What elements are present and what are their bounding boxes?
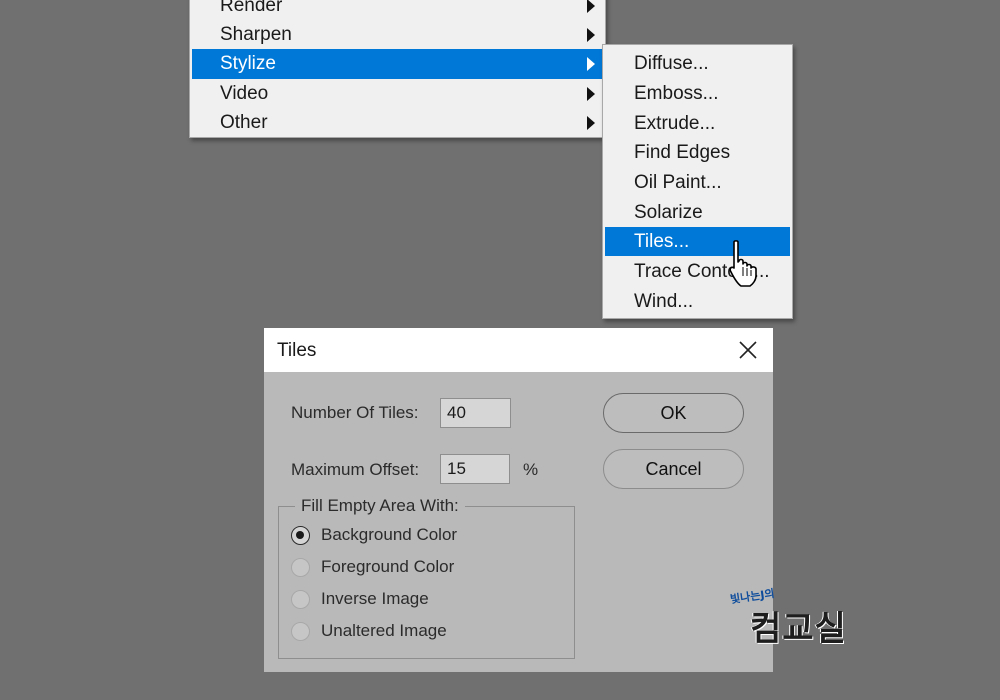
submenu-item-label: Emboss...: [634, 83, 719, 104]
menu-item-label: Render: [220, 0, 283, 16]
submenu-item-label: Extrude...: [634, 113, 716, 134]
filter-menu: Render Sharpen Stylize Video Other: [189, 0, 606, 138]
menu-item-other[interactable]: Other: [192, 108, 603, 138]
submenu-arrow-icon: [587, 28, 595, 42]
submenu-item-trace-contour[interactable]: Trace Contour...: [605, 257, 790, 286]
menu-item-label: Video: [220, 83, 269, 104]
close-icon: [739, 341, 757, 359]
submenu-item-extrude[interactable]: Extrude...: [605, 109, 790, 138]
dialog-titlebar[interactable]: Tiles: [264, 328, 773, 372]
submenu-item-emboss[interactable]: Emboss...: [605, 79, 790, 108]
submenu-item-oil-paint[interactable]: Oil Paint...: [605, 168, 790, 197]
submenu-item-label: Tiles...: [634, 231, 690, 252]
hand-cursor-icon: [729, 240, 757, 287]
submenu-item-label: Wind...: [634, 291, 694, 312]
ok-button[interactable]: OK: [603, 393, 744, 433]
submenu-item-diffuse[interactable]: Diffuse...: [605, 49, 790, 78]
maximum-offset-input[interactable]: 15: [440, 454, 510, 484]
submenu-item-tiles[interactable]: Tiles...: [605, 227, 790, 256]
menu-item-label: Sharpen: [220, 24, 292, 45]
submenu-item-wind[interactable]: Wind...: [605, 287, 790, 316]
offset-unit-label: %: [523, 460, 539, 479]
menu-item-render[interactable]: Render: [192, 0, 603, 21]
watermark-logo-text: 컴교실: [750, 609, 847, 649]
radio-unselected-icon[interactable]: [291, 558, 310, 577]
radio-unselected-icon[interactable]: [291, 622, 310, 641]
radio-unselected-icon[interactable]: [291, 590, 310, 609]
radio-label: Foreground Color: [321, 557, 455, 576]
menu-item-sharpen[interactable]: Sharpen: [192, 20, 603, 50]
dialog-title: Tiles: [277, 340, 317, 361]
menu-item-stylize[interactable]: Stylize: [192, 49, 603, 79]
radio-label: Background Color: [321, 525, 458, 544]
stylize-submenu: Diffuse... Emboss... Extrude... Find Edg…: [602, 44, 793, 319]
maximum-offset-label: Maximum Offset:: [291, 460, 420, 479]
submenu-arrow-icon: [587, 0, 595, 13]
tiles-dialog: Tiles Number Of Tiles: 40 Maximum Offset…: [264, 328, 773, 672]
menu-item-label: Other: [220, 112, 268, 133]
fill-group-label: Fill Empty Area With:: [295, 496, 465, 516]
submenu-arrow-icon: [587, 87, 595, 101]
fill-empty-area-group: Fill Empty Area With: Background Color F…: [278, 496, 575, 659]
submenu-arrow-icon: [587, 57, 595, 71]
cancel-button[interactable]: Cancel: [603, 449, 744, 489]
radio-selected-icon[interactable]: [291, 526, 310, 545]
number-of-tiles-input[interactable]: 40: [440, 398, 511, 428]
submenu-item-label: Solarize: [634, 202, 703, 223]
submenu-item-label: Diffuse...: [634, 53, 709, 74]
submenu-item-label: Oil Paint...: [634, 172, 722, 193]
menu-item-label: Stylize: [220, 53, 276, 74]
menu-item-video[interactable]: Video: [192, 79, 603, 109]
submenu-item-solarize[interactable]: Solarize: [605, 198, 790, 227]
close-button[interactable]: [730, 332, 766, 368]
number-of-tiles-label: Number Of Tiles:: [291, 403, 419, 422]
radio-label: Unaltered Image: [321, 621, 447, 640]
submenu-item-label: Find Edges: [634, 142, 731, 163]
radio-label: Inverse Image: [321, 589, 429, 608]
submenu-arrow-icon: [587, 116, 595, 130]
submenu-item-find-edges[interactable]: Find Edges: [605, 138, 790, 167]
